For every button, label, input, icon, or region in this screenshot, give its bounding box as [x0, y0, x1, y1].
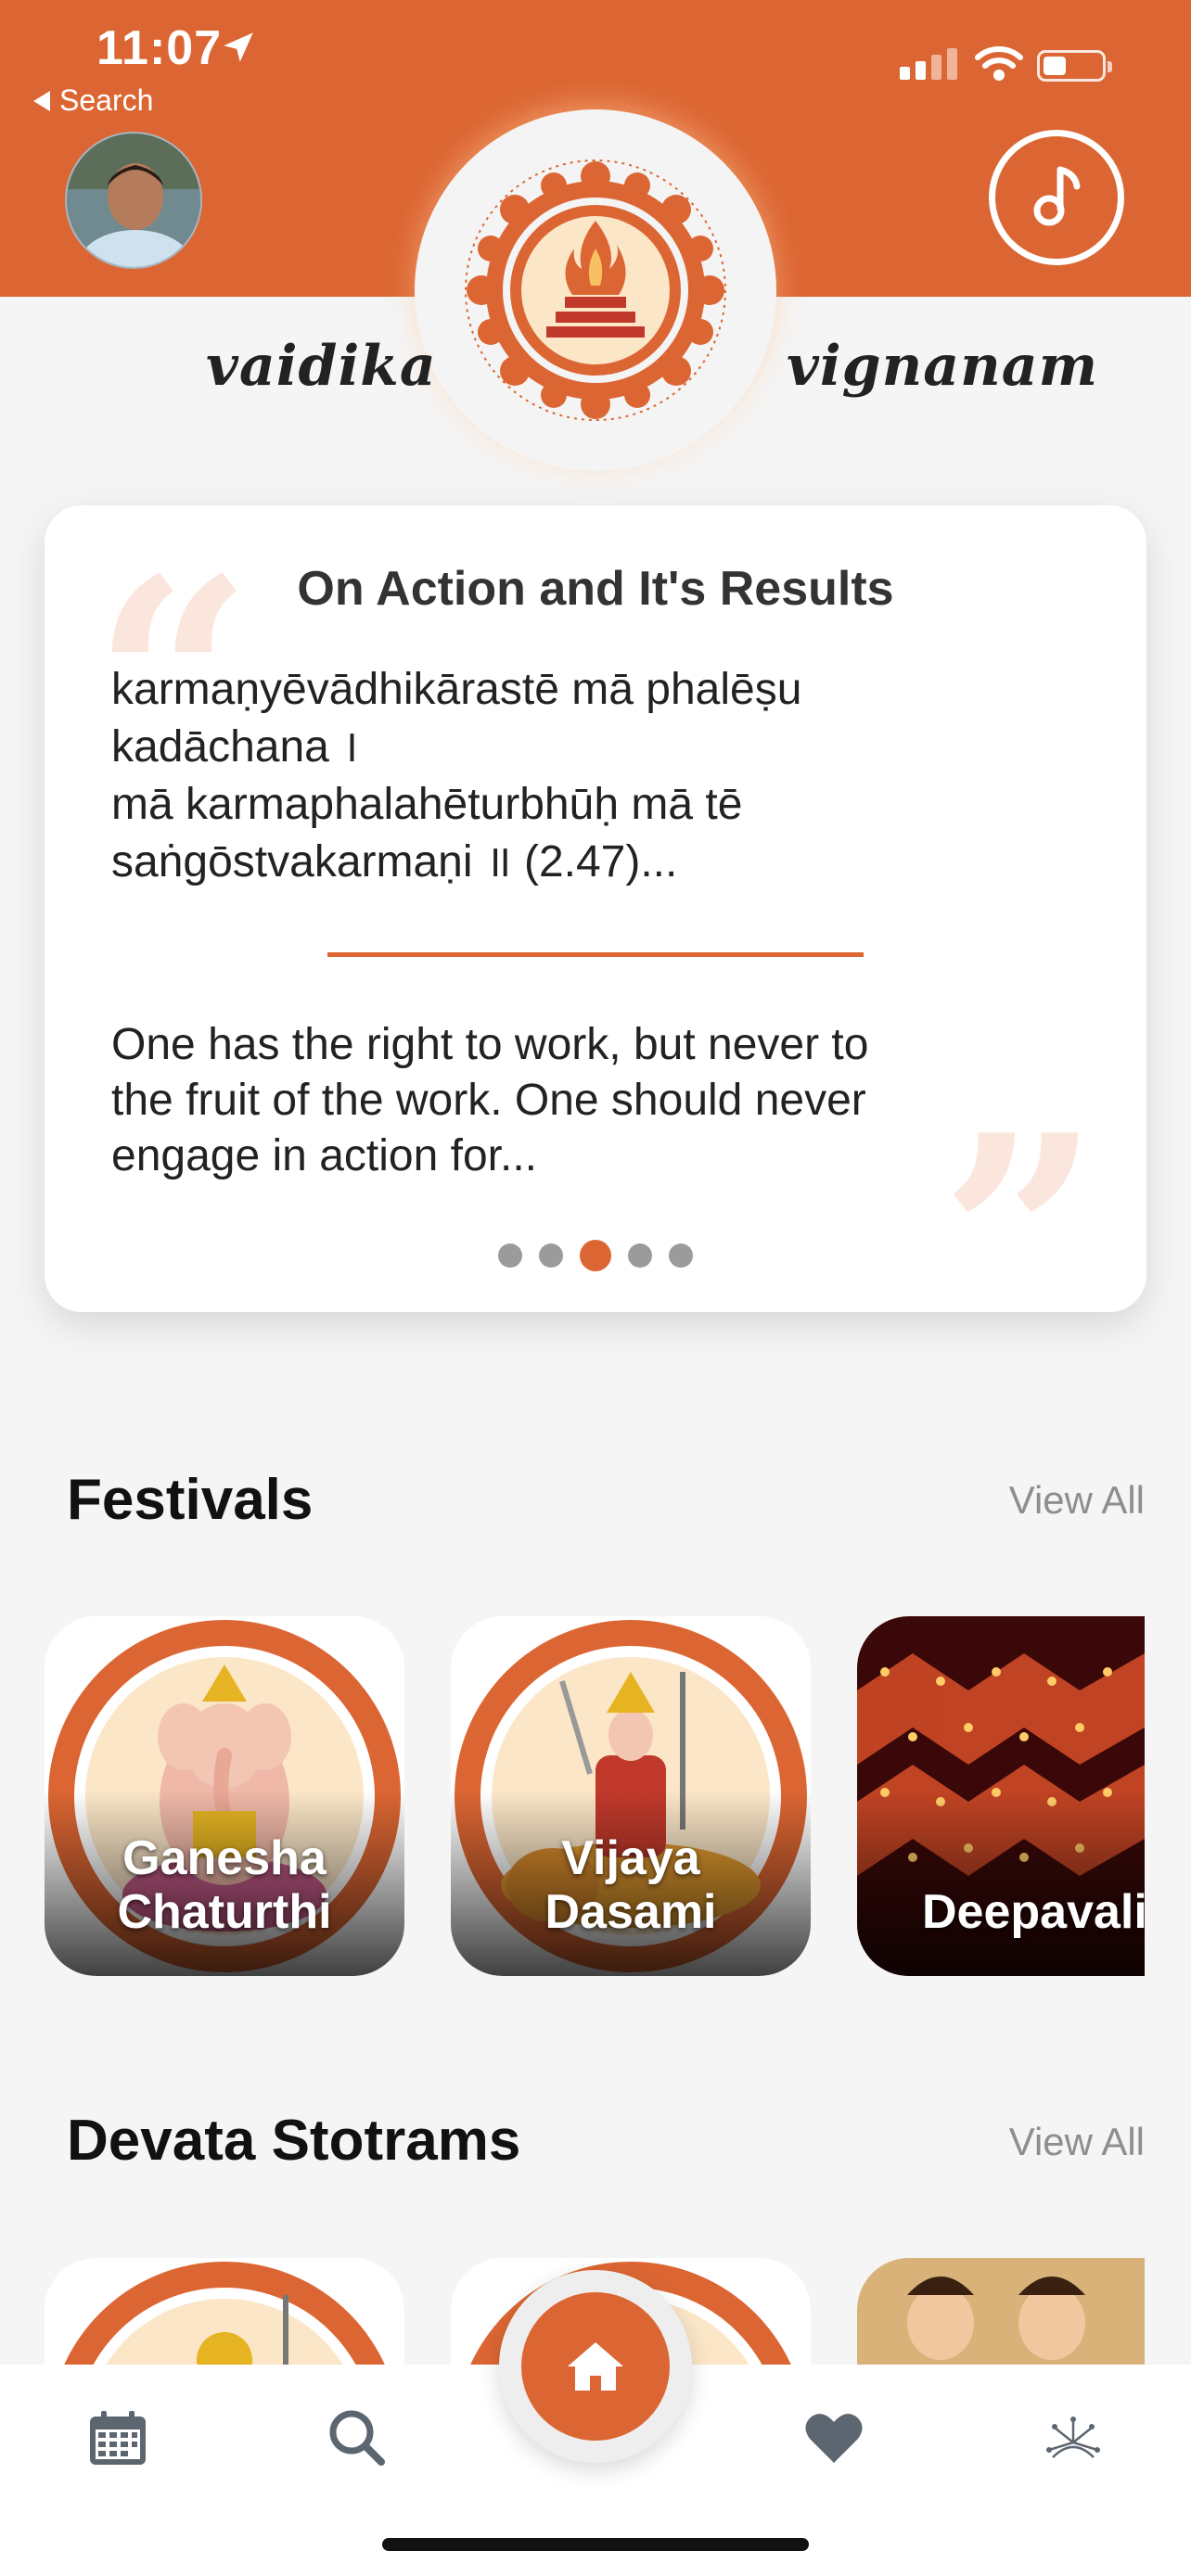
festivals-section-title: Festivals — [67, 1468, 314, 1532]
quote-translation: One has the right to work, but never to … — [111, 1017, 1095, 1184]
deity-image — [45, 2258, 404, 2369]
home-indicator-bar — [382, 2538, 809, 2551]
tab-search[interactable] — [325, 2405, 390, 2470]
carousel-dot-1[interactable] — [498, 1243, 522, 1268]
music-note-icon — [1033, 166, 1081, 226]
quote-divider — [327, 952, 864, 957]
translation-line: engage in action for... — [111, 1131, 537, 1180]
app-logo — [415, 109, 776, 471]
festival-label: Deepavali — [922, 1885, 1145, 1939]
festivals-view-all-link[interactable]: View All — [1009, 1478, 1145, 1523]
music-player-button[interactable] — [989, 130, 1124, 265]
battery-icon — [1037, 50, 1112, 82]
stotram-card-3[interactable] — [857, 2258, 1145, 2369]
cellular-signal-icon — [900, 48, 957, 80]
festival-card-deepavali[interactable]: Deepavali — [857, 1616, 1145, 1976]
festival-card-vijaya-dasami[interactable]: Vijaya Dasami — [451, 1616, 811, 1976]
quote-carousel-card[interactable]: “ ” On Action and It's Results karmaṇyēv… — [45, 505, 1146, 1377]
carousel-dot-2[interactable] — [539, 1243, 563, 1268]
carousel-page-indicator[interactable] — [45, 1240, 1146, 1271]
tab-calendar[interactable] — [85, 2405, 150, 2470]
home-icon — [568, 2342, 623, 2391]
sanskrit-line: saṅgōstvakarmaṇi ॥ (2.47)... — [111, 837, 678, 886]
brand-name-left: vaidika — [206, 334, 437, 399]
heart-icon — [805, 2414, 863, 2463]
quote-sanskrit-verse: karmaṇyēvādhikārastē mā phalēṣu kadāchan… — [111, 661, 1076, 891]
back-search-label: Search — [59, 83, 154, 117]
search-icon — [329, 2410, 385, 2466]
tab-network[interactable] — [1041, 2405, 1106, 2470]
translation-line: the fruit of the work. One should never — [111, 1076, 866, 1125]
carousel-dot-5[interactable] — [669, 1243, 693, 1268]
festival-label: Vijaya Dasami — [544, 1831, 717, 1939]
sanskrit-line: kadāchana । — [111, 722, 359, 772]
stotram-card-1[interactable] — [45, 2258, 404, 2369]
festival-card-ganesha-chaturthi[interactable]: Ganesha Chaturthi — [45, 1616, 404, 1976]
sanskrit-line: karmaṇyēvādhikārastē mā phalēṣu — [111, 665, 802, 714]
user-photo — [67, 134, 200, 267]
sacred-fire-logo-icon — [465, 159, 726, 421]
wifi-icon — [975, 46, 1023, 81]
back-triangle-icon — [33, 90, 50, 111]
status-time: 11:07 — [96, 21, 223, 75]
tab-favorites[interactable] — [801, 2405, 866, 2470]
tab-home[interactable] — [499, 2270, 692, 2463]
back-to-search-link[interactable]: Search — [33, 83, 153, 118]
stotrams-view-all-link[interactable]: View All — [1009, 2120, 1145, 2164]
carousel-dot-4[interactable] — [628, 1243, 652, 1268]
stotrams-section-title: Devata Stotrams — [67, 2109, 521, 2173]
home-button[interactable] — [521, 2292, 670, 2441]
user-avatar[interactable] — [65, 132, 202, 269]
goddesses-image — [857, 2258, 1145, 2369]
festival-label: Ganesha Chaturthi — [117, 1831, 332, 1939]
brand-name-right: vignanam — [787, 334, 1099, 399]
carousel-dot-3[interactable] — [580, 1240, 611, 1271]
location-arrow-icon — [224, 32, 253, 62]
translation-line: One has the right to work, but never to — [111, 1020, 869, 1069]
network-icon — [1046, 2417, 1100, 2458]
calendar-icon — [90, 2411, 146, 2465]
sanskrit-line: mā karmaphalahēturbhūḥ mā tē — [111, 780, 743, 829]
quote-title: On Action and It's Results — [297, 562, 894, 616]
